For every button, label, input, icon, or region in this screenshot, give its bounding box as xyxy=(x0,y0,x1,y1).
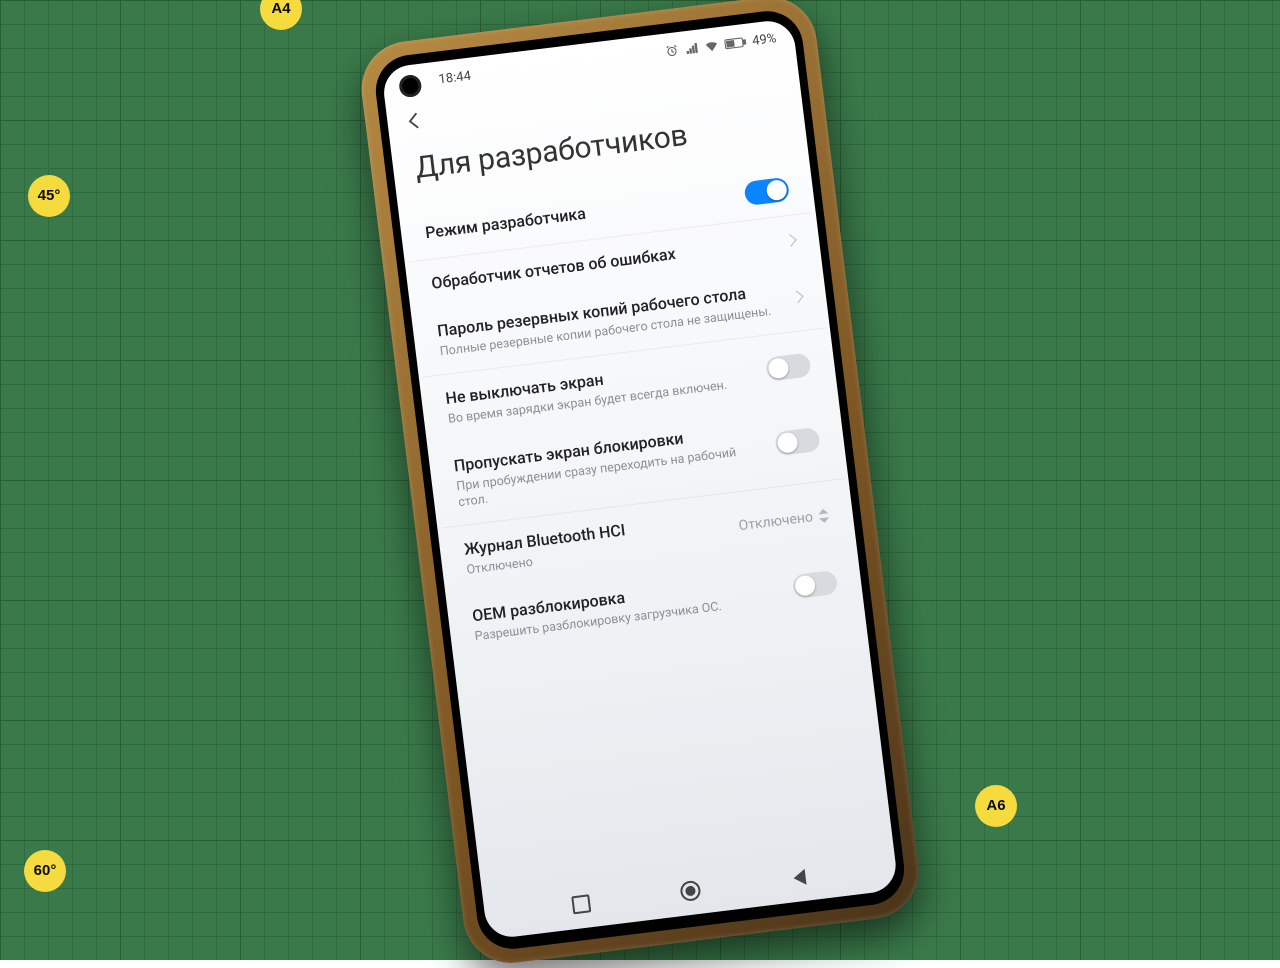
circle-icon xyxy=(679,880,701,902)
toggle-skip-lockscreen[interactable] xyxy=(774,427,821,456)
mat-label-60: 60° xyxy=(24,850,66,892)
phone-glass: 18:44 49% Для разработчи xyxy=(372,7,908,953)
nav-back-button[interactable] xyxy=(785,863,814,892)
updown-select-icon xyxy=(818,508,830,523)
triangle-left-icon xyxy=(793,869,807,886)
toggle-oem-unlock[interactable] xyxy=(792,570,839,599)
mat-label-a4: A4 xyxy=(260,0,302,30)
mat-label-45: 45° xyxy=(28,175,70,217)
row-value: Отключено xyxy=(738,509,814,534)
settings-list[interactable]: Режим разработчика Обработчик отчетов об… xyxy=(398,160,893,892)
toggle-stay-awake[interactable] xyxy=(765,352,812,381)
chevron-right-icon xyxy=(784,234,797,247)
square-icon xyxy=(571,894,591,914)
phone-screen: 18:44 49% Для разработчи xyxy=(381,18,899,940)
signal-icon xyxy=(684,41,700,57)
nav-home-button[interactable] xyxy=(676,876,705,905)
statusbar-time: 18:44 xyxy=(438,68,472,87)
back-arrow-icon xyxy=(402,109,427,134)
nav-recents-button[interactable] xyxy=(567,890,596,919)
statusbar-right: 49% xyxy=(664,31,777,60)
wifi-icon xyxy=(704,38,720,54)
back-button[interactable] xyxy=(400,106,429,135)
mat-label-a6: A6 xyxy=(975,785,1017,827)
chevron-right-icon xyxy=(791,291,804,304)
battery-icon xyxy=(724,35,748,52)
toggle-developer-mode[interactable] xyxy=(743,177,790,206)
statusbar-battery: 49% xyxy=(751,31,777,49)
alarm-icon xyxy=(664,43,680,59)
